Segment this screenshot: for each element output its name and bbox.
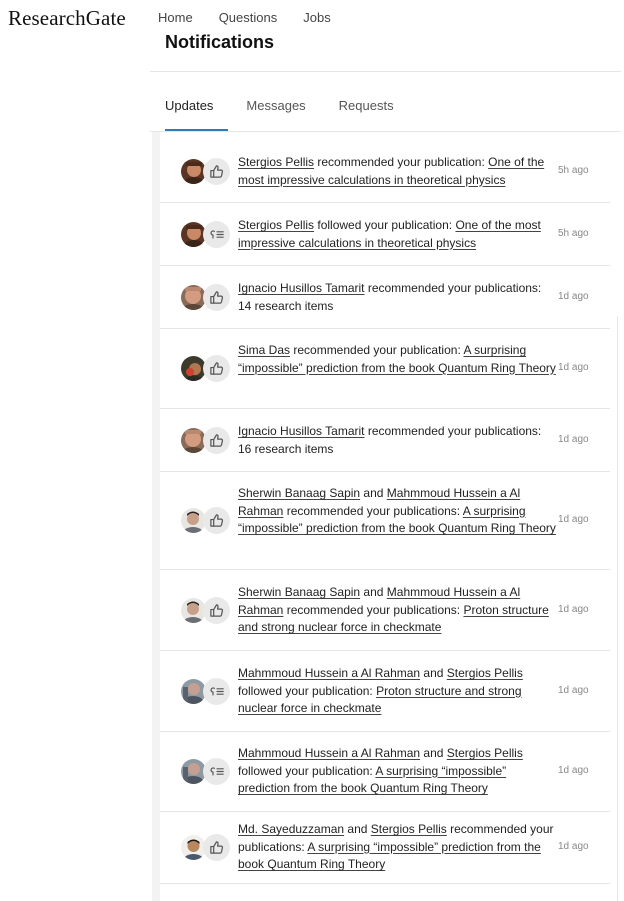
connector-text: and [420,746,447,760]
notification-time: 1d ago [558,765,589,776]
notification-time: 1d ago [558,604,589,615]
notification-text: Sima Das recommended your publication: A… [238,342,556,377]
notification-item[interactable]: Stergios Pellis recommended your publica… [160,140,610,203]
tab-requests[interactable]: Requests [339,98,394,113]
notification-text: Sherwin Banaag Sapin and Mahmmoud Hussei… [238,584,556,637]
researchgate-logo[interactable]: ResearchGate [8,6,126,31]
notification-text: Ignacio Husillos Tamarit recommended you… [238,423,556,458]
notification-time: 1d ago [558,434,589,445]
connector-text: and [360,486,387,500]
notification-text: Mahmmoud Hussein a Al Rahman and Stergio… [238,665,556,718]
actor-link[interactable]: Ignacio Husillos Tamarit [238,424,365,438]
header-divider [150,71,621,72]
notification-tabs: Updates Messages Requests [165,98,427,113]
follow-icon [203,221,230,248]
actor-link[interactable]: Stergios Pellis [447,666,523,680]
connector-text: and [360,585,387,599]
actor-link[interactable]: Mahmmoud Hussein a Al Rahman [238,666,420,680]
notification-item[interactable]: Mahmmoud Hussein a Al Rahman and Stergio… [160,651,610,732]
notification-time: 1d ago [558,685,589,696]
actor-link[interactable]: Sherwin Banaag Sapin [238,486,360,500]
notification-list: Stergios Pellis recommended your publica… [160,140,610,884]
thumbs-up-icon [203,427,230,454]
actor-link[interactable]: Stergios Pellis [238,218,314,232]
tab-updates[interactable]: Updates [165,98,213,113]
page-title: Notifications [165,32,275,52]
action-text: followed your publication: [238,763,376,778]
nav-jobs-link[interactable]: Jobs [303,10,330,25]
action-text: recommended your publication: [290,343,464,357]
notification-text: Sherwin Banaag Sapin and Mahmmoud Hussei… [238,485,556,538]
action-text: recommended your publications: [283,602,464,617]
list-left-gutter [152,132,160,901]
notification-text: Stergios Pellis followed your publicatio… [238,217,556,252]
notification-time: 1d ago [558,362,589,373]
notification-item[interactable]: Mahmmoud Hussein a Al Rahman and Stergio… [160,732,610,812]
actor-link[interactable]: Stergios Pellis [238,155,314,169]
actor-link[interactable]: Sherwin Banaag Sapin [238,585,360,599]
action-text: recommended your publications: [283,503,463,518]
notification-item[interactable]: Sima Das recommended your publication: A… [160,329,610,409]
list-right-edge [617,316,618,901]
nav-questions-link[interactable]: Questions [219,10,278,25]
actor-link[interactable]: Ignacio Husillos Tamarit [238,281,365,295]
action-text: recommended your publication: [314,155,489,169]
tab-messages[interactable]: Messages [246,98,305,113]
actor-link[interactable]: Md. Sayeduzzaman [238,822,344,836]
tabs-divider [150,131,621,132]
actor-link[interactable]: Stergios Pellis [371,822,447,836]
action-text: followed your publication: [314,218,456,232]
follow-icon [203,758,230,785]
thumbs-up-icon [203,507,230,534]
thumbs-up-icon [203,597,230,624]
notification-text: Md. Sayeduzzaman and Stergios Pellis rec… [238,821,556,874]
connector-text: and [344,822,371,836]
notification-text: Ignacio Husillos Tamarit recommended you… [238,280,556,315]
actor-link[interactable]: Sima Das [238,343,290,357]
thumbs-up-icon [203,834,230,861]
notification-time: 1d ago [558,514,589,525]
notification-time: 1d ago [558,841,589,852]
action-text: followed your publication: [238,683,377,698]
connector-text: and [420,666,447,680]
actor-link[interactable]: Stergios Pellis [447,746,523,760]
top-nav: Home Questions Jobs [158,10,357,25]
notification-item[interactable]: Ignacio Husillos Tamarit recommended you… [160,266,610,329]
notification-item[interactable]: Ignacio Husillos Tamarit recommended you… [160,409,610,472]
nav-home-link[interactable]: Home [158,10,193,25]
notification-time: 5h ago [558,165,589,176]
notification-time: 5h ago [558,228,589,239]
notification-time: 1d ago [558,291,589,302]
notification-item[interactable]: Sherwin Banaag Sapin and Mahmmoud Hussei… [160,570,610,651]
thumbs-up-icon [203,158,230,185]
notification-item[interactable]: Md. Sayeduzzaman and Stergios Pellis rec… [160,812,610,884]
thumbs-up-icon [203,284,230,311]
actor-link[interactable]: Mahmmoud Hussein a Al Rahman [238,746,420,760]
notification-text: Mahmmoud Hussein a Al Rahman and Stergio… [238,745,556,798]
notification-item[interactable]: Stergios Pellis followed your publicatio… [160,203,610,266]
notification-text: Stergios Pellis recommended your publica… [238,154,556,189]
thumbs-up-icon [203,355,230,382]
notification-item[interactable]: Sherwin Banaag Sapin and Mahmmoud Hussei… [160,472,610,570]
follow-icon [203,678,230,705]
